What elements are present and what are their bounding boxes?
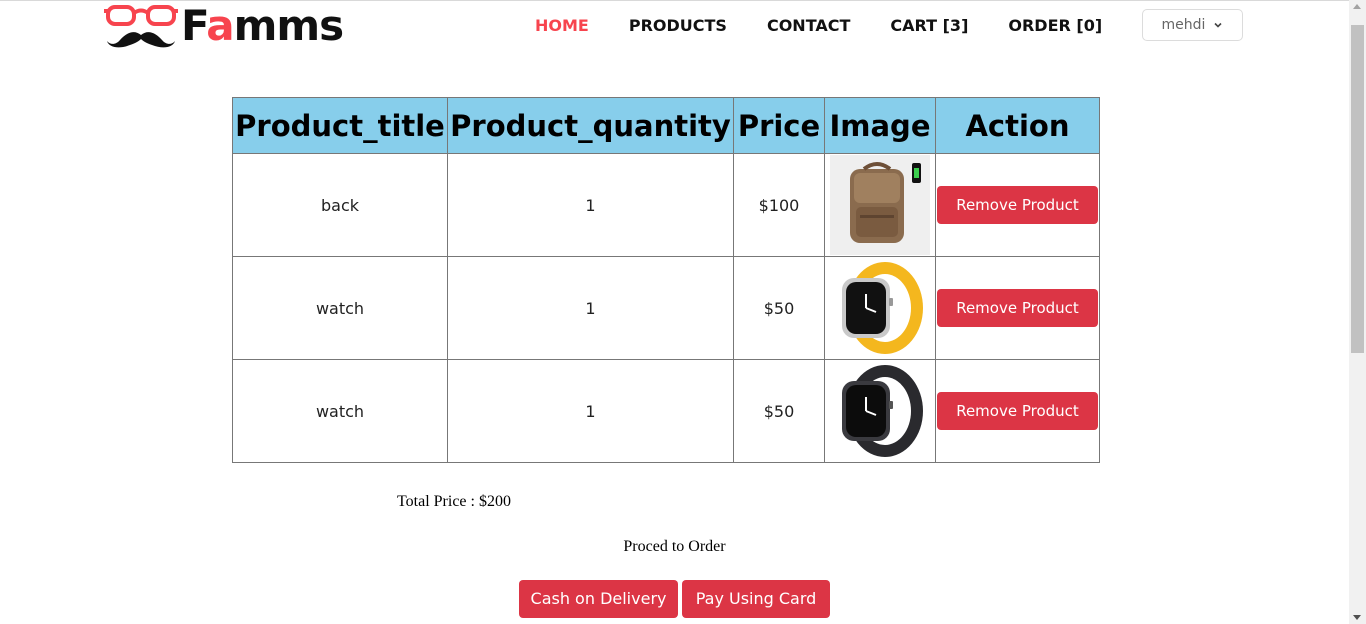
product-quantity: 1 — [447, 359, 734, 463]
product-action-cell: Remove Product — [935, 359, 1100, 463]
table-row: watch 1 $50 Remove Product — [232, 256, 1100, 360]
header-product-quantity: Product_quantity — [447, 97, 734, 154]
remove-product-button[interactable]: Remove Product — [937, 186, 1098, 224]
product-price: $50 — [733, 359, 825, 463]
table-header-row: Product_title Product_quantity Price Ima… — [232, 97, 1100, 154]
product-action-cell: Remove Product — [935, 256, 1100, 360]
table-row: watch 1 $50 Remove Product — [232, 359, 1100, 463]
header-image: Image — [824, 97, 936, 154]
user-dropdown[interactable]: mehdi — [1142, 9, 1243, 41]
nav-home[interactable]: HOME — [535, 16, 589, 35]
product-quantity: 1 — [447, 153, 734, 257]
scroll-up-arrow-icon[interactable] — [1353, 4, 1361, 9]
scroll-down-arrow-icon[interactable] — [1353, 615, 1361, 620]
product-image-cell — [824, 359, 936, 463]
product-title: back — [232, 153, 448, 257]
cart-table: Product_title Product_quantity Price Ima… — [232, 97, 1100, 463]
product-image-cell — [824, 153, 936, 257]
header-action: Action — [935, 97, 1100, 154]
header-price: Price — [733, 97, 825, 154]
product-action-cell: Remove Product — [935, 153, 1100, 257]
vertical-scrollbar[interactable] — [1349, 0, 1366, 624]
product-price: $50 — [733, 256, 825, 360]
product-image-cell — [824, 256, 936, 360]
product-title: watch — [232, 256, 448, 360]
remove-product-button[interactable]: Remove Product — [937, 392, 1098, 430]
nav-products[interactable]: PRODUCTS — [629, 16, 727, 35]
yellow-watch-image — [830, 258, 930, 358]
product-price: $100 — [733, 153, 825, 257]
user-name: mehdi — [1161, 17, 1206, 33]
main-nav: HOME PRODUCTS CONTACT CART [3] ORDER [0] — [535, 16, 1142, 35]
nav-cart[interactable]: CART [3] — [890, 16, 968, 35]
pay-using-card-button[interactable]: Pay Using Card — [682, 580, 830, 618]
total-price: Total Price : $200 — [397, 493, 511, 510]
header-product-title: Product_title — [232, 97, 448, 154]
payment-buttons: Cash on Delivery Pay Using Card — [519, 580, 830, 618]
cash-on-delivery-button[interactable]: Cash on Delivery — [519, 580, 678, 618]
black-watch-image — [830, 361, 930, 461]
glasses-mustache-icon — [104, 5, 178, 48]
product-title: watch — [232, 359, 448, 463]
scrollbar-thumb[interactable] — [1351, 25, 1364, 353]
nav-order[interactable]: ORDER [0] — [1008, 16, 1102, 35]
chevron-down-icon — [1214, 22, 1223, 28]
brand-name: Famms — [181, 1, 344, 50]
nav-contact[interactable]: CONTACT — [767, 16, 850, 35]
product-quantity: 1 — [447, 256, 734, 360]
backpack-image — [830, 155, 930, 255]
remove-product-button[interactable]: Remove Product — [937, 289, 1098, 327]
brand-logo[interactable]: Famms — [104, 1, 344, 50]
proceed-to-order-heading: Proced to Order — [623, 538, 726, 555]
table-row: back 1 $100 Remove Product — [232, 153, 1100, 257]
